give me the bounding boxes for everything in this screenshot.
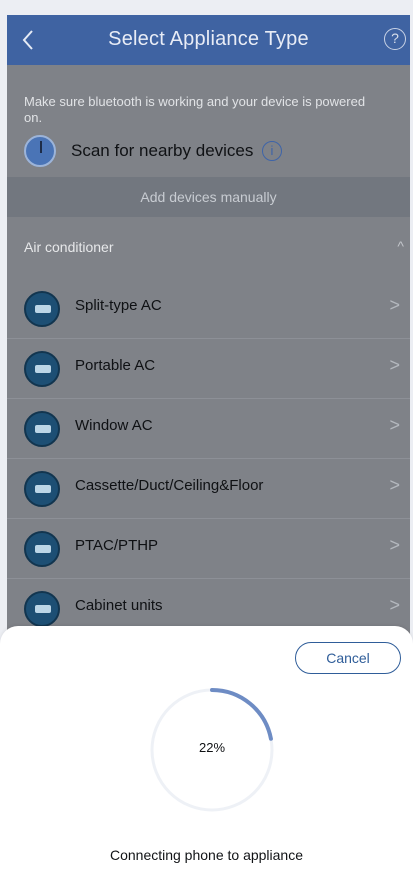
chevron-right-icon: > [389, 475, 400, 495]
list-item-window-ac[interactable]: Window AC > [7, 399, 410, 459]
add-devices-manually-tab[interactable]: Add devices manually [7, 177, 410, 217]
air-conditioner-icon [24, 291, 60, 327]
connection-status: Connecting phone to appliance [109, 847, 304, 863]
chevron-right-icon: > [389, 355, 400, 375]
top-bar: Select Appliance Type ? [7, 15, 410, 65]
list-item-label: Cabinet units [75, 597, 163, 614]
scan-nearby-devices[interactable]: Scan for nearby devices i [24, 135, 404, 169]
list-item-label: Portable AC [75, 357, 156, 374]
chevron-up-icon: ^ [397, 238, 404, 254]
chevron-right-icon: > [389, 535, 400, 555]
section-air-conditioner[interactable]: Air conditioner ^ [7, 232, 410, 262]
chevron-right-icon: > [389, 595, 400, 615]
info-icon[interactable]: i [262, 141, 282, 161]
cabinet-unit-icon [24, 591, 60, 627]
progress-arc [210, 688, 273, 741]
list-item-label: Split-type AC [75, 297, 162, 314]
window-ac-icon [24, 411, 60, 447]
list-item-label: PTAC/PTHP [75, 537, 159, 554]
list-item-cassette-duct[interactable]: Cassette/Duct/Ceiling&Floor > [7, 459, 410, 519]
list-item-label: Window AC [75, 417, 153, 434]
ptac-icon [24, 531, 60, 567]
list-item-split-type-ac[interactable]: Split-type AC > [7, 279, 410, 339]
page-title: Select Appliance Type [108, 28, 309, 50]
list-item-label: Cassette/Duct/Ceiling&Floor [75, 477, 264, 494]
scan-radar-icon [24, 135, 56, 167]
section-label: Air conditioner [24, 239, 114, 255]
cancel-button[interactable]: Cancel [295, 642, 401, 674]
screen: Select Appliance Type ? Make sure blueto… [0, 0, 413, 872]
question-circle-icon: ? [391, 30, 399, 46]
help-button[interactable]: ? [384, 28, 406, 50]
appliance-list: Split-type AC > Portable AC > Window AC … [7, 279, 410, 639]
progress-ring: 22% [146, 684, 278, 816]
chevron-right-icon: > [389, 415, 400, 435]
list-item-portable-ac[interactable]: Portable AC > [7, 339, 410, 399]
progress-percent: 22% [198, 740, 226, 755]
scan-label: Scan for nearby devices [71, 141, 254, 160]
list-item-ptac-pthp[interactable]: PTAC/PTHP > [7, 519, 410, 579]
cassette-ac-icon [24, 471, 60, 507]
portable-ac-icon [24, 351, 60, 387]
chevron-right-icon: > [389, 295, 400, 315]
bluetooth-hint: Make sure bluetooth is working and your … [24, 94, 366, 125]
connecting-bottom-sheet: Cancel 22% Connecting phone to appliance [0, 626, 413, 872]
